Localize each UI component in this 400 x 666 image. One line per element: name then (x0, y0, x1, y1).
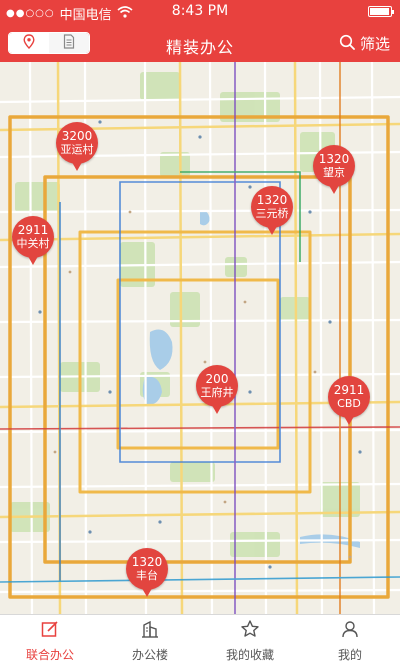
pin-count: 2911 (17, 223, 49, 237)
map-pin-fengtai[interactable]: 1320 丰台 (126, 548, 168, 600)
pin-area: CBD (337, 397, 361, 410)
status-time: 8:43 PM (171, 3, 229, 19)
tab-label: 办公楼 (131, 647, 168, 662)
map-pin-wangfujing[interactable]: 200 王府井 (196, 365, 238, 417)
pin-area: 王府井 (200, 386, 234, 399)
battery-fill (370, 8, 389, 15)
tab-coworking[interactable]: 联合办公 (0, 615, 100, 666)
top-bar: ●●○○○ 中国电信 8:43 PM 精装办公 筛选 (0, 0, 400, 62)
pin-area: 中关村 (16, 237, 50, 250)
pin-count: 2911 (333, 383, 365, 397)
pin-tail (341, 411, 357, 425)
bottom-tab-bar: 联合办公 办公楼 我的收藏 我的 (0, 614, 400, 666)
pin-count: 200 (205, 372, 229, 386)
pin-count: 1320 (318, 152, 350, 166)
person-icon (340, 619, 360, 642)
star-icon (240, 619, 260, 642)
map-pin-sanyuanqiao[interactable]: 1320 三元桥 (251, 186, 293, 238)
pin-area: 望京 (323, 166, 345, 179)
pin-tail (326, 180, 342, 194)
tab-label: 我的 (337, 647, 362, 662)
map-pin-wangjing[interactable]: 1320 望京 (313, 145, 355, 197)
tab-label: 我的收藏 (225, 647, 274, 662)
map-pin-yayuncun[interactable]: 3200 亚运村 (56, 122, 98, 174)
map-pin-cbd[interactable]: 2911 CBD (328, 376, 370, 428)
pin-count: 1320 (131, 555, 163, 569)
map-view[interactable]: 3200 亚运村 1320 望京 1320 三元桥 2911 中关村 200 王… (0, 62, 400, 614)
filter-label: 筛选 (359, 35, 390, 53)
pin-tail (139, 583, 155, 597)
building-icon (140, 619, 160, 642)
pin-count: 1320 (256, 193, 288, 207)
pin-area: 三元桥 (255, 207, 289, 220)
pin-area: 亚运村 (60, 143, 94, 156)
tab-office-building[interactable]: 办公楼 (100, 615, 200, 666)
status-bar: ●●○○○ 中国电信 8:43 PM (0, 0, 400, 24)
pin-area: 丰台 (136, 569, 158, 582)
navigation-bar: 精装办公 筛选 (0, 24, 400, 62)
battery-icon (368, 6, 394, 17)
pin-tail (25, 251, 41, 265)
filter-button[interactable]: 筛选 (339, 33, 390, 54)
pin-count: 3200 (61, 129, 93, 143)
tab-profile[interactable]: 我的 (300, 615, 400, 666)
pin-tail (264, 221, 280, 235)
pin-tail (209, 400, 225, 414)
search-icon (339, 34, 355, 54)
map-pin-zhongguancun[interactable]: 2911 中关村 (12, 216, 54, 268)
edit-icon (40, 619, 60, 642)
pin-tail (69, 157, 85, 171)
tab-favorites[interactable]: 我的收藏 (200, 615, 300, 666)
tab-label: 联合办公 (25, 647, 74, 662)
